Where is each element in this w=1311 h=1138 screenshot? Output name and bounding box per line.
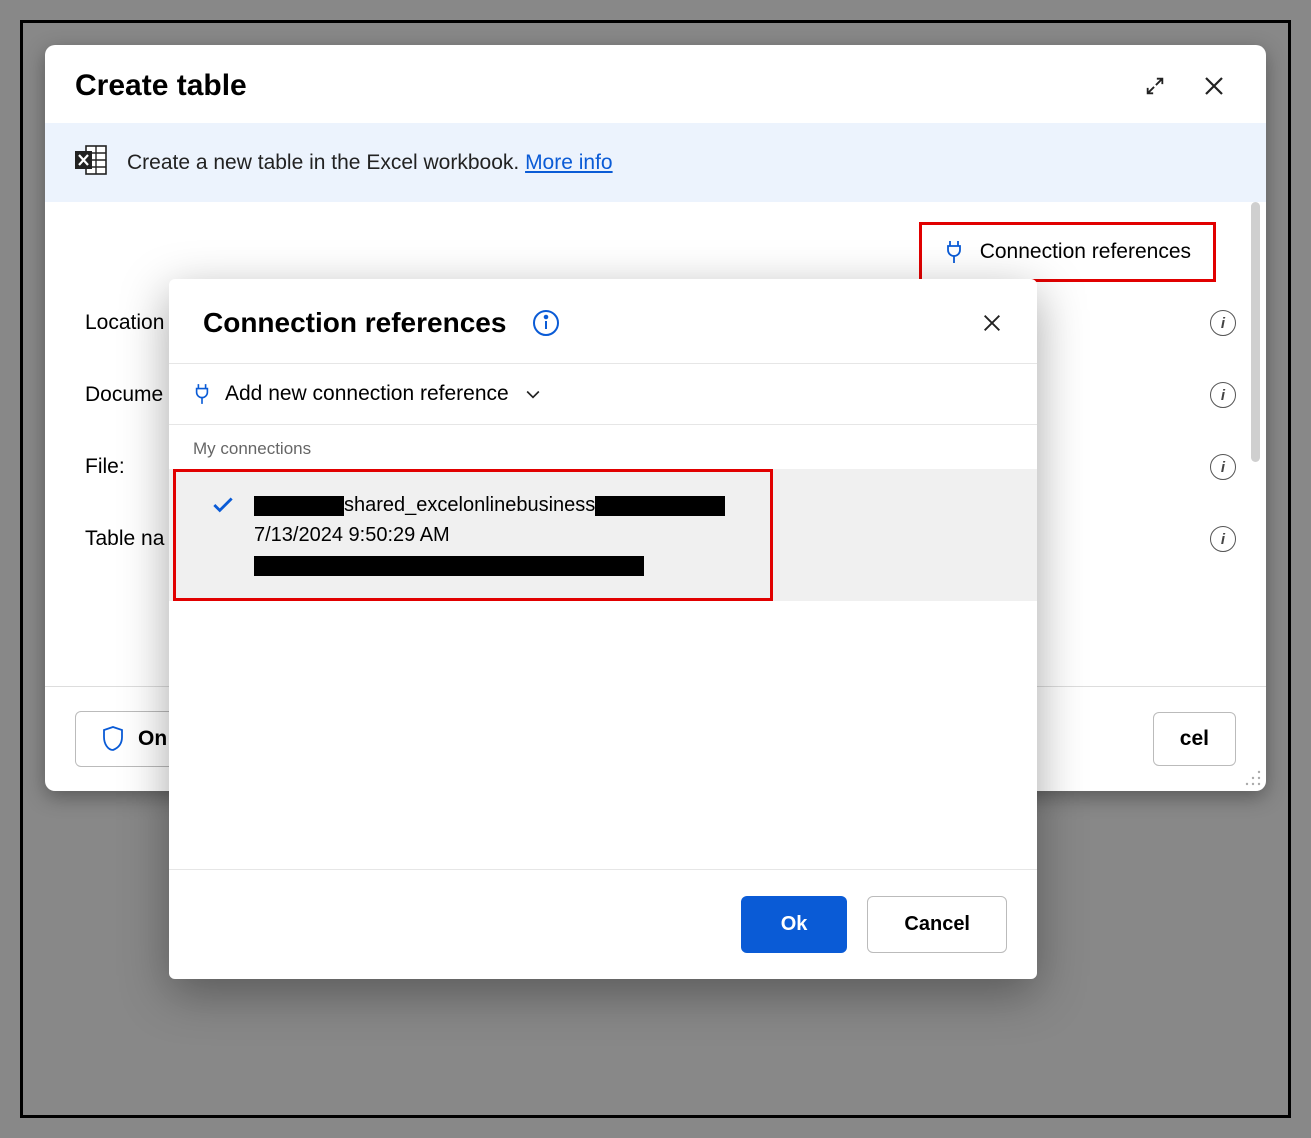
plug-icon: [193, 382, 211, 406]
only-button-label: On: [138, 727, 167, 751]
add-connection-reference[interactable]: Add new connection reference: [169, 364, 1037, 425]
connection-timestamp: 7/13/2024 9:50:29 AM: [254, 520, 725, 550]
connection-references-button[interactable]: Connection references: [919, 222, 1216, 282]
info-icon[interactable]: i: [1210, 526, 1236, 552]
dialog-header: Create table: [45, 45, 1266, 123]
check-icon: [210, 492, 236, 580]
cancel-button-truncated[interactable]: cel: [1153, 712, 1236, 766]
redacted-text: [254, 496, 344, 516]
window-frame: Create table Create a new table i: [20, 20, 1291, 1118]
info-icon[interactable]: i: [1210, 310, 1236, 336]
chevron-down-icon: [523, 384, 543, 404]
redacted-text: [254, 556, 644, 576]
connection-item-row[interactable]: shared_excelonlinebusiness 7/13/2024 9:5…: [169, 469, 1037, 601]
my-connections-label: My connections: [169, 425, 1037, 469]
excel-icon: [75, 145, 107, 180]
cancel-button[interactable]: Cancel: [867, 896, 1007, 953]
connection-item-spacer: [777, 469, 1037, 601]
more-info-link[interactable]: More info: [525, 151, 613, 174]
add-connection-label: Add new connection reference: [225, 382, 509, 406]
scrollbar[interactable]: [1251, 202, 1260, 462]
description-bar: Create a new table in the Excel workbook…: [45, 123, 1266, 202]
connection-name: shared_excelonlinebusiness: [254, 490, 725, 520]
cancel-label-trunc: cel: [1180, 727, 1209, 750]
description-label: Create a new table in the Excel workbook…: [127, 151, 519, 174]
close-icon[interactable]: [1202, 74, 1226, 98]
info-icon[interactable]: i: [1210, 454, 1236, 480]
ok-button[interactable]: Ok: [741, 896, 848, 953]
shield-icon: [102, 726, 124, 752]
connection-detail: [254, 550, 725, 580]
popover-header: Connection references: [169, 279, 1037, 364]
connection-item[interactable]: shared_excelonlinebusiness 7/13/2024 9:5…: [173, 469, 773, 601]
connection-references-popover: Connection references Add new connection…: [169, 279, 1037, 979]
info-icon[interactable]: i: [1210, 382, 1236, 408]
description-text: Create a new table in the Excel workbook…: [127, 151, 613, 175]
resize-handle-icon[interactable]: [1244, 769, 1262, 787]
redacted-text: [595, 496, 725, 516]
popover-title: Connection references: [203, 307, 506, 339]
popover-footer: Ok Cancel: [169, 869, 1037, 979]
plug-icon: [944, 239, 964, 265]
connection-references-label: Connection references: [980, 240, 1191, 264]
dialog-title: Create table: [75, 69, 1144, 103]
close-icon[interactable]: [981, 312, 1003, 334]
connection-name-middle: shared_excelonlinebusiness: [344, 494, 595, 516]
info-icon[interactable]: [532, 309, 560, 337]
expand-icon[interactable]: [1144, 75, 1166, 97]
connection-text: shared_excelonlinebusiness 7/13/2024 9:5…: [254, 490, 725, 580]
